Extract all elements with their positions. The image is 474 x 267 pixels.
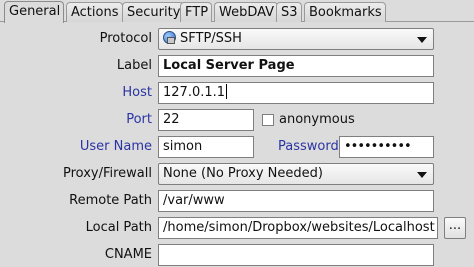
protocol-select[interactable]: SFTP/SSH	[158, 28, 434, 50]
tab-ftp[interactable]: FTP	[180, 2, 213, 22]
text-caret	[226, 84, 228, 99]
label-row: Label Local Server Page	[0, 55, 474, 77]
host-input[interactable]: 127.0.1.1	[158, 82, 434, 104]
local-path-row: Local Path /home/simon/Dropbox/websites/…	[0, 217, 474, 239]
username-input[interactable]: simon	[158, 136, 254, 158]
port-label: Port	[126, 112, 152, 127]
proxy-label: Proxy/Firewall	[62, 166, 152, 181]
label-label: Label	[116, 58, 152, 73]
tab-s3[interactable]: S3	[276, 2, 302, 22]
remote-path-label: Remote Path	[69, 193, 152, 208]
port-input[interactable]: 22	[158, 109, 254, 131]
anonymous-label: anonymous	[279, 112, 355, 127]
local-path-label: Local Path	[85, 220, 152, 235]
port-row: Port 22 anonymous	[0, 109, 474, 131]
proxy-value: None (No Proxy Needed)	[163, 166, 323, 181]
proxy-select[interactable]: None (No Proxy Needed)	[158, 163, 434, 185]
protocol-label: Protocol	[99, 31, 152, 46]
password-label: Password	[278, 139, 339, 154]
cname-label: CNAME	[104, 247, 152, 262]
credentials-row: User Name simon Password ••••••••••	[0, 136, 474, 158]
tab-webdav[interactable]: WebDAV	[214, 2, 279, 22]
chevron-down-icon	[417, 172, 427, 178]
anonymous-checkbox[interactable]	[262, 114, 274, 126]
host-value: 127.0.1.1	[163, 85, 226, 100]
protocol-row: Protocol SFTP/SSH	[0, 28, 474, 50]
tab-bookmarks[interactable]: Bookmarks	[304, 2, 386, 22]
local-path-input[interactable]: /home/simon/Dropbox/websites/Localhost	[158, 217, 438, 239]
tab-security[interactable]: Security	[122, 2, 185, 22]
bookmark-editor-window: General Actions Security FTP WebDAV S3 B…	[0, 0, 474, 267]
username-label: User Name	[79, 139, 152, 154]
proxy-row: Proxy/Firewall None (No Proxy Needed)	[0, 163, 474, 185]
tab-general[interactable]: General	[4, 1, 65, 23]
host-label: Host	[122, 85, 152, 100]
chevron-down-icon	[417, 37, 427, 43]
label-input[interactable]: Local Server Page	[158, 55, 434, 77]
tab-actions[interactable]: Actions	[66, 2, 123, 22]
password-input[interactable]: ••••••••••	[339, 136, 434, 158]
cname-row: CNAME	[0, 244, 474, 266]
tab-bar: General Actions Security FTP WebDAV S3 B…	[0, 0, 474, 23]
host-row: Host 127.0.1.1	[0, 82, 474, 104]
protocol-value: SFTP/SSH	[180, 31, 242, 46]
cname-input[interactable]	[158, 244, 434, 266]
remote-path-row: Remote Path /var/www	[0, 190, 474, 212]
sftp-icon	[163, 31, 176, 44]
remote-path-input[interactable]: /var/www	[158, 190, 434, 212]
browse-button[interactable]: ...	[444, 217, 466, 239]
